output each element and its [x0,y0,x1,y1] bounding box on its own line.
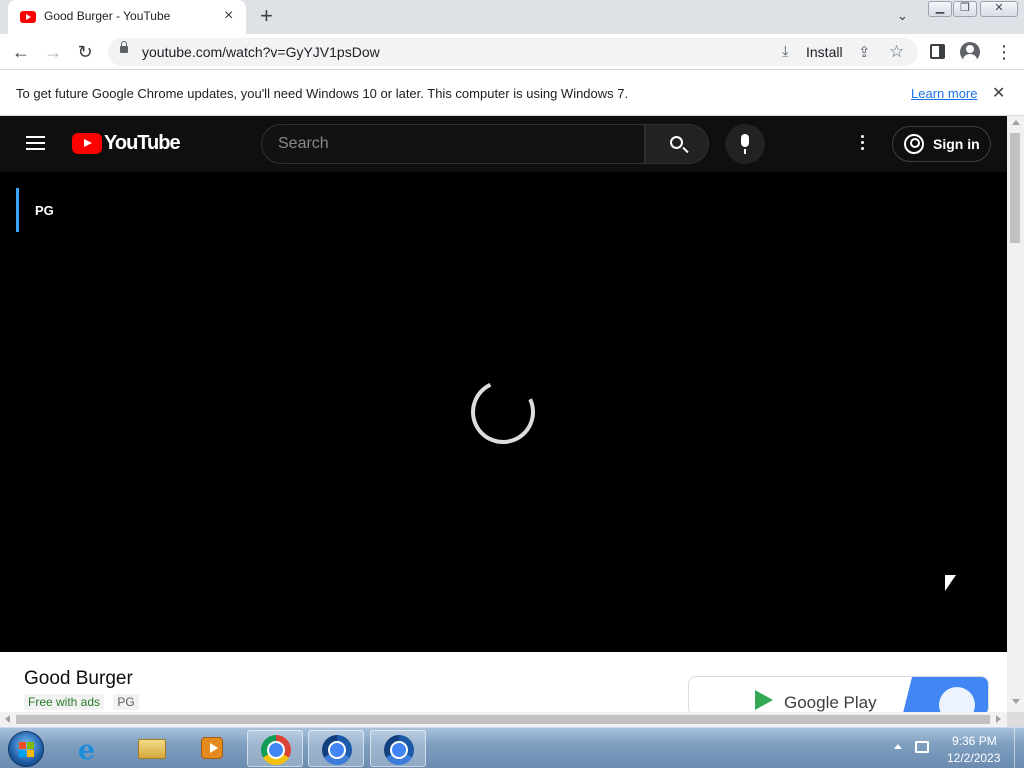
scroll-left-arrow-icon[interactable] [5,715,10,723]
rating-accent-bar [16,188,19,232]
search-placeholder: Search [278,135,329,152]
back-arrow-icon[interactable]: ← [10,41,32,63]
sign-in-label: Sign in [933,136,980,152]
free-with-ads-badge: Free with ads [24,694,105,710]
browser-toolbar: ← → ↻ youtube.com/watch?v=GyYJV1psDow ⤓ … [0,34,1024,70]
update-infobar: To get future Google Chrome updates, you… [0,71,1024,116]
network-icon[interactable] [915,741,929,753]
google-play-label: Google Play [784,693,877,712]
tab-strip: Good Burger - YouTube × + ⌄ ▁ ❐ ✕ [0,0,1024,34]
browser-tab[interactable]: Good Burger - YouTube × [8,0,246,34]
video-info-area: Good Burger Free with ads PG Google Play [0,652,1007,712]
screen: Good Burger - YouTube × + ⌄ ▁ ❐ ✕ ← → ↻ … [0,0,1024,768]
horizontal-scroll-thumb[interactable] [16,715,990,724]
install-app-icon[interactable]: ⤓ [782,44,789,60]
chrome-icon [261,735,291,765]
tab-search-chevron-icon[interactable]: ⌄ [897,8,908,24]
horizontal-scrollbar[interactable] [0,712,1007,727]
youtube-header: YouTube Search Sign in [0,116,1007,172]
content-rating: PG [35,203,54,218]
google-play-ad[interactable]: Google Play [688,676,989,712]
maximize-button[interactable]: ❐ [953,1,977,17]
share-icon[interactable]: ⇪ [858,43,871,61]
show-desktop-button[interactable] [1014,728,1024,768]
scroll-right-arrow-icon[interactable] [996,715,1001,723]
search-icon [670,136,683,149]
chromium-taskbar-button[interactable] [370,730,426,767]
minimize-button[interactable]: ▁ [928,1,952,17]
chrome-menu-icon[interactable]: ⋮ [995,42,1013,62]
video-title: Good Burger [24,668,133,689]
url-text[interactable]: youtube.com/watch?v=GyYJV1psDow [142,44,380,60]
video-meta: Free with ads PG [24,694,139,710]
youtube-favicon-icon [20,11,36,23]
side-panel-icon[interactable] [930,44,945,59]
windows-taskbar: e 9:36 PM 12/2/2023 [0,727,1024,768]
start-button[interactable] [8,731,44,767]
internet-explorer-taskbar-button[interactable]: e [62,730,118,767]
chrome-taskbar-button[interactable] [247,730,303,767]
profile-avatar-icon[interactable] [960,42,980,62]
tab-close-icon[interactable]: × [224,8,233,24]
settings-kebab-icon[interactable] [861,135,865,153]
show-hidden-icons-arrow-icon[interactable] [894,744,902,749]
address-bar[interactable]: youtube.com/watch?v=GyYJV1psDow ⤓ Instal… [108,38,918,66]
infobar-close-icon[interactable]: ✕ [992,83,1005,103]
lock-icon[interactable] [120,41,128,53]
scrollbar-corner [1007,712,1024,727]
install-button[interactable]: Install [806,44,843,60]
internet-explorer-icon: e [78,735,96,766]
youtube-page: YouTube Search Sign in PG Good Burger Fr… [0,116,1007,712]
scroll-up-arrow-icon[interactable] [1012,120,1020,125]
forward-arrow-icon[interactable]: → [42,41,64,63]
youtube-logo-icon[interactable] [72,133,102,154]
search-input[interactable]: Search [261,124,645,164]
clock-date[interactable]: 12/2/2023 [947,751,1000,765]
search-button[interactable] [645,124,709,164]
media-player-icon [201,737,223,759]
file-explorer-taskbar-button[interactable] [124,730,180,767]
chrome-beta-icon [322,735,352,765]
mouse-cursor-icon [945,575,956,591]
vertical-scrollbar[interactable] [1007,116,1024,712]
folder-icon [138,739,166,759]
rating-badge: PG [113,694,139,710]
bookmark-star-icon[interactable]: ☆ [889,42,904,62]
hamburger-menu-icon[interactable] [26,136,46,152]
learn-more-link[interactable]: Learn more [911,86,977,101]
close-window-button[interactable]: ✕ [980,1,1018,17]
vertical-scroll-thumb[interactable] [1010,133,1020,243]
infobar-message: To get future Google Chrome updates, you… [16,86,629,101]
account-circle-icon [904,134,924,154]
sign-in-button[interactable]: Sign in [892,126,991,162]
tab-title: Good Burger - YouTube [44,9,171,23]
reload-icon[interactable]: ↻ [74,41,96,63]
clock-time[interactable]: 9:36 PM [952,734,997,748]
google-play-icon [755,690,773,710]
chromium-icon [384,735,414,765]
windows-flag-icon [19,742,35,758]
youtube-logo-text[interactable]: YouTube [104,132,181,155]
loading-spinner-icon [461,370,545,454]
voice-search-button[interactable] [725,124,765,164]
microphone-icon [741,134,749,147]
new-tab-button[interactable]: + [260,5,273,27]
chrome-beta-taskbar-button[interactable] [308,730,364,767]
scroll-down-arrow-icon[interactable] [1012,699,1020,704]
media-player-taskbar-button[interactable] [186,730,242,767]
